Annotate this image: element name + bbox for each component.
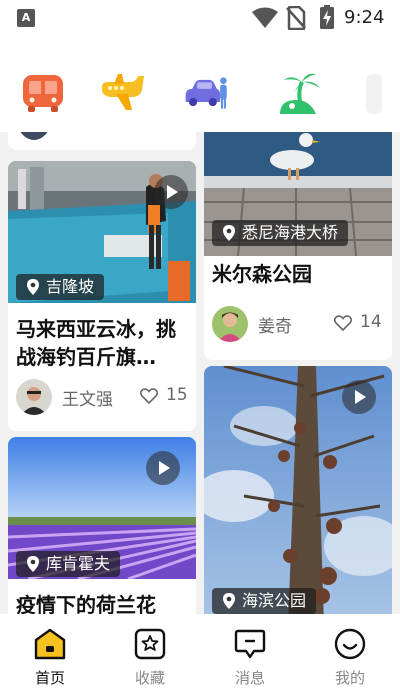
profile-smile-icon bbox=[334, 628, 366, 660]
battery-charging-icon bbox=[320, 5, 334, 29]
location-name: 海滨公园 bbox=[242, 591, 307, 610]
car-rental-icon[interactable] bbox=[184, 70, 230, 116]
play-video-icon[interactable] bbox=[146, 451, 180, 485]
location-tag[interactable]: 海滨公园 bbox=[212, 588, 317, 614]
like-count: 14 bbox=[360, 312, 382, 332]
favorites-star-icon bbox=[134, 628, 166, 660]
clock: 9:24 bbox=[344, 7, 385, 28]
nav-messages-label: 消息 bbox=[234, 669, 265, 687]
feed-card-partial[interactable] bbox=[8, 132, 196, 150]
bus-icon[interactable] bbox=[20, 70, 66, 116]
video-feed[interactable]: 吉隆坡 马来西亚云冰，挑战海钓百斤旗… 王文强 15 库肯霍夫 疫情下的荷兰花 bbox=[0, 132, 400, 614]
like-heart-icon[interactable] bbox=[140, 388, 158, 404]
feed-card[interactable]: 库肯霍夫 疫情下的荷兰花 bbox=[8, 437, 196, 614]
card-author: 姜奇 14 bbox=[212, 306, 384, 342]
beach-island-icon[interactable] bbox=[276, 70, 322, 116]
card-title[interactable]: 疫情下的荷兰花 bbox=[16, 591, 190, 614]
category-scroll-indicator[interactable] bbox=[366, 74, 382, 114]
location-pin-icon bbox=[223, 593, 235, 609]
no-sim-icon bbox=[286, 6, 306, 30]
location-pin-icon bbox=[223, 225, 235, 241]
play-video-icon[interactable] bbox=[342, 380, 376, 414]
message-icon bbox=[234, 629, 266, 659]
location-pin-icon bbox=[27, 279, 39, 295]
wifi-icon bbox=[252, 7, 278, 28]
card-title[interactable]: 米尔森公园 bbox=[212, 260, 386, 288]
location-tag[interactable]: 库肯霍夫 bbox=[16, 551, 121, 577]
nav-profile-label: 我的 bbox=[334, 669, 365, 687]
nav-profile[interactable]: 我的 bbox=[300, 614, 400, 700]
nav-favorites-label: 收藏 bbox=[134, 669, 165, 687]
like-count: 15 bbox=[166, 385, 188, 405]
plane-icon[interactable] bbox=[100, 70, 146, 116]
nav-favorites[interactable]: 收藏 bbox=[100, 614, 200, 700]
feed-card[interactable]: 悉尼海港大桥 米尔森公园 姜奇 14 bbox=[204, 132, 392, 360]
bottom-nav: 首页 收藏 消息 我的 bbox=[0, 614, 400, 700]
card-title[interactable]: 马来西亚云冰，挑战海钓百斤旗… bbox=[16, 315, 190, 371]
feed-card[interactable]: 吉隆坡 马来西亚云冰，挑战海钓百斤旗… 王文强 15 bbox=[8, 161, 196, 431]
feed-card[interactable]: 海滨公园 bbox=[204, 366, 392, 614]
location-pin-icon bbox=[27, 556, 39, 572]
nav-home-label: 首页 bbox=[34, 669, 65, 687]
location-tag[interactable]: 吉隆坡 bbox=[16, 274, 105, 300]
like-heart-icon[interactable] bbox=[334, 315, 352, 331]
avatar[interactable] bbox=[16, 379, 52, 415]
category-strip bbox=[0, 36, 400, 132]
nav-home[interactable]: 首页 bbox=[0, 614, 100, 700]
home-icon bbox=[34, 628, 66, 660]
nav-messages[interactable]: 消息 bbox=[200, 614, 300, 700]
author-name[interactable]: 王文强 bbox=[62, 385, 113, 410]
card-author: 王文强 15 bbox=[16, 379, 188, 415]
location-name: 库肯霍夫 bbox=[46, 554, 111, 573]
location-name: 悉尼海港大桥 bbox=[242, 223, 339, 242]
avatar bbox=[16, 132, 52, 140]
location-tag[interactable]: 悉尼海港大桥 bbox=[212, 220, 349, 246]
play-video-icon[interactable] bbox=[154, 175, 188, 209]
location-name: 吉隆坡 bbox=[46, 277, 95, 296]
notification-badge-icon: A bbox=[17, 9, 35, 27]
author-name[interactable]: 姜奇 bbox=[258, 312, 292, 337]
avatar[interactable] bbox=[212, 306, 248, 342]
status-bar: A 9:24 bbox=[0, 0, 400, 36]
notification-badge-label: A bbox=[21, 11, 31, 24]
